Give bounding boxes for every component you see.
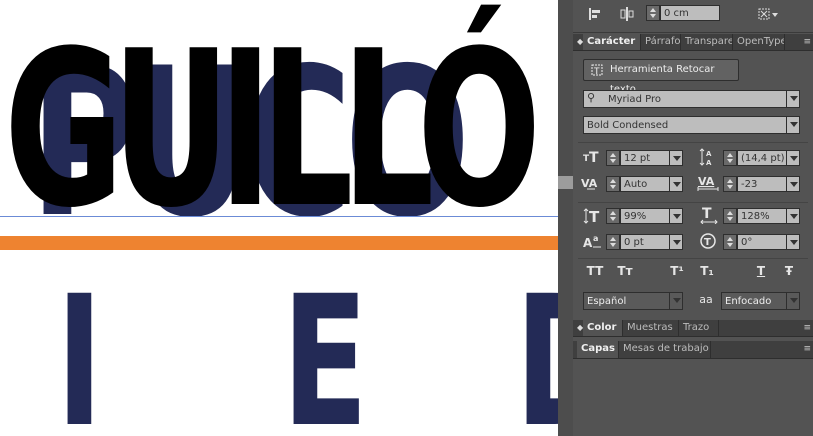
svg-text:A: A (583, 236, 593, 250)
font-size-stepper[interactable] (606, 150, 620, 166)
all-caps-button[interactable]: TT (583, 264, 607, 278)
tab-caracter[interactable]: Carácter (583, 34, 641, 50)
color-panel-tabs: ◆ Color Muestras Trazo ≡ (573, 320, 813, 337)
font-search-icon[interactable]: ⚲ (587, 91, 595, 104)
tracking-dropdown[interactable] (786, 176, 800, 192)
svg-text:T: T (589, 150, 599, 164)
transform-icon[interactable] (757, 6, 779, 22)
panel-dock-gutter (558, 0, 573, 436)
svg-text:VA: VA (698, 175, 715, 188)
font-size-icon: TT (583, 148, 601, 168)
divider (578, 142, 808, 143)
svg-text:A: A (706, 150, 712, 158)
touch-type-tool-button[interactable]: T Herramienta Retocar texto (583, 59, 739, 95)
svg-text:T: T (593, 67, 600, 77)
panel-menu-icon[interactable]: ≡ (803, 34, 811, 50)
small-caps-button[interactable]: Tт (613, 264, 637, 278)
rotation-dropdown[interactable] (786, 234, 800, 250)
tab-opentype[interactable]: OpenType (733, 34, 785, 50)
tab-parrafo[interactable]: Párrafo (641, 34, 681, 50)
language-dropdown[interactable] (669, 292, 683, 310)
touch-type-icon: T (590, 63, 604, 85)
svg-text:T: T (589, 208, 600, 225)
panel-menu-icon[interactable]: ≡ (803, 341, 811, 357)
svg-text:T: T (702, 206, 712, 222)
distribute-icon[interactable] (619, 6, 635, 22)
leading-field[interactable]: (14,4 pt) (737, 150, 787, 166)
divider (578, 258, 808, 259)
svg-text:VA: VA (581, 177, 598, 190)
language-select[interactable]: Español (583, 292, 671, 310)
orange-rule[interactable] (0, 236, 558, 250)
leading-dropdown[interactable] (786, 150, 800, 166)
svg-text:A: A (706, 159, 712, 166)
tracking-stepper[interactable] (723, 176, 737, 192)
rotation-field[interactable]: 0° (737, 234, 787, 250)
character-panel-tabs: ◆ Carácter Párrafo Transpare OpenType ≡ (573, 34, 813, 51)
baseline-shift-dropdown[interactable] (669, 234, 683, 250)
artboard-canvas[interactable]: PUCO GUILLÓ I E D (0, 0, 558, 436)
horizontal-scale-dropdown[interactable] (786, 208, 800, 224)
divider (578, 202, 808, 203)
antialias-dropdown[interactable] (786, 292, 800, 310)
lower-letter-d[interactable]: D (515, 273, 558, 436)
horizontal-scale-stepper[interactable] (723, 208, 737, 224)
font-style-dropdown[interactable] (786, 116, 800, 134)
tab-mesas-de-trabajo[interactable]: Mesas de trabajo (619, 341, 711, 358)
tab-trazo[interactable]: Trazo (679, 320, 719, 336)
baseline-shift-stepper[interactable] (606, 234, 620, 250)
tab-capas[interactable]: Capas (577, 341, 619, 358)
align-toolbar: 0 cm (573, 0, 813, 33)
tab-transparencia[interactable]: Transpare (681, 34, 733, 50)
vertical-scale-icon: T (583, 207, 603, 228)
font-size-field[interactable]: 12 pt (620, 150, 670, 166)
lower-letter-e[interactable]: E (282, 273, 368, 436)
tracking-icon: VA (697, 174, 719, 195)
kerning-field[interactable]: Auto (620, 176, 670, 192)
vertical-scale-dropdown[interactable] (669, 208, 683, 224)
lower-letter-i[interactable]: I (56, 273, 103, 436)
leading-stepper[interactable] (723, 150, 737, 166)
offset-stepper[interactable] (646, 5, 660, 21)
baseline-shift-field[interactable]: 0 pt (620, 234, 670, 250)
tab-color[interactable]: Color (583, 320, 623, 336)
kerning-dropdown[interactable] (669, 176, 683, 192)
antialias-select[interactable]: Enfocado (721, 292, 787, 310)
properties-panel: 0 cm ◆ Carácter Párrafo Transpare OpenTy… (573, 0, 813, 436)
panel-collapse-handle[interactable] (558, 176, 573, 189)
kerning-icon: VA (581, 175, 603, 194)
tracking-field[interactable]: -23 (737, 176, 787, 192)
horizontal-scale-field[interactable]: 128% (737, 208, 787, 224)
baseline-shift-icon: Aa (583, 233, 603, 254)
offset-field[interactable]: 0 cm (660, 5, 720, 21)
svg-text:a: a (593, 234, 598, 243)
rotation-stepper[interactable] (723, 234, 737, 250)
font-family-field[interactable]: Myriad Pro (583, 90, 787, 108)
font-size-dropdown[interactable] (669, 150, 683, 166)
layers-panel-body (573, 359, 813, 436)
superscript-button[interactable]: T¹ (665, 264, 689, 278)
strikethrough-button[interactable]: Ŧ (777, 264, 801, 278)
font-style-field[interactable]: Bold Condensed (583, 116, 787, 134)
subscript-button[interactable]: T₁ (695, 264, 719, 278)
black-heading-text[interactable]: GUILLÓ (4, 22, 541, 237)
align-icon[interactable] (587, 6, 603, 22)
kerning-stepper[interactable] (606, 176, 620, 192)
layers-panel-tabs: Capas Mesas de trabajo ≡ (573, 341, 813, 359)
svg-text:T: T (704, 237, 711, 248)
vertical-scale-field[interactable]: 99% (620, 208, 670, 224)
underline-button[interactable]: T (749, 264, 773, 278)
leading-icon: AA (699, 148, 717, 169)
character-rotation-icon: T (699, 232, 719, 253)
baseline-guide (0, 216, 558, 217)
panel-menu-icon[interactable]: ≡ (803, 320, 811, 336)
horizontal-scale-icon: T (699, 206, 719, 227)
antialias-icon: aa (699, 293, 713, 306)
font-family-dropdown[interactable] (786, 90, 800, 108)
vertical-scale-stepper[interactable] (606, 208, 620, 224)
tab-muestras[interactable]: Muestras (623, 320, 679, 336)
